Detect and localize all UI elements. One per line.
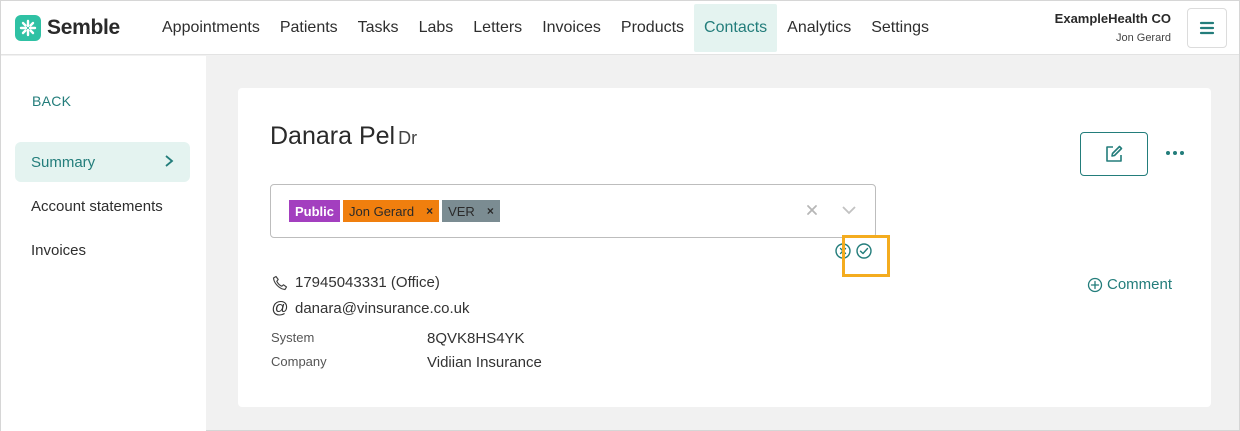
tag-label: VER	[448, 203, 475, 219]
comment-label: Comment	[1107, 276, 1173, 293]
contact-title: Dr	[398, 128, 418, 148]
tag-label: Public	[295, 203, 335, 219]
logo-icon	[15, 15, 41, 41]
system-value: 8QVK8HS4YK	[427, 330, 525, 347]
nav-item-patients[interactable]: Patients	[270, 4, 348, 52]
menu-icon	[1199, 21, 1215, 35]
tag-jon-gerard: Jon Gerard ×	[343, 200, 440, 222]
more-options-button[interactable]	[1163, 143, 1187, 163]
clear-icon[interactable]	[805, 203, 819, 217]
email-row: @ danara@vinsurance.co.uk	[271, 298, 470, 318]
remove-tag-icon[interactable]: ×	[487, 204, 494, 218]
brand-name: Semble	[47, 16, 120, 39]
remove-tag-icon[interactable]: ×	[426, 204, 433, 218]
nav-item-tasks[interactable]: Tasks	[348, 4, 409, 52]
tag-label: Jon Gerard	[349, 203, 415, 219]
org-name: ExampleHealth CO	[1054, 11, 1171, 26]
sidebar-item-invoices[interactable]: Invoices	[15, 230, 190, 270]
contact-card: Danara PelDr Public Jon Gerard × VER ×	[238, 88, 1211, 407]
nav-item-products[interactable]: Products	[611, 4, 694, 52]
user-name: Jon Gerard	[1115, 32, 1171, 44]
chevron-down-icon[interactable]	[841, 205, 857, 215]
nav-item-analytics[interactable]: Analytics	[777, 4, 861, 52]
nav-item-settings[interactable]: Settings	[861, 4, 939, 52]
contact-name-heading: Danara Pel Dr	[270, 122, 417, 151]
more-icon	[1166, 151, 1184, 155]
email-address: danara@vinsurance.co.uk	[295, 299, 470, 317]
highlight-box	[842, 235, 890, 277]
nav-item-letters[interactable]: Letters	[463, 4, 532, 52]
semble-logo[interactable]: Semble	[15, 15, 120, 41]
nav-item-invoices[interactable]: Invoices	[532, 4, 611, 52]
nav-item-appointments[interactable]: Appointments	[152, 4, 270, 52]
comment-button[interactable]: Comment	[1087, 276, 1172, 293]
company-value: Vidiian Insurance	[427, 354, 542, 371]
phone-row: 17945043331 (Office)	[271, 274, 440, 291]
sidebar-item-label: Invoices	[31, 241, 87, 259]
system-label: System	[271, 330, 315, 345]
chevron-right-icon	[165, 155, 174, 167]
tag-public: Public	[289, 200, 341, 222]
phone-icon	[271, 275, 289, 291]
nav-item-labs[interactable]: Labs	[409, 4, 464, 52]
edit-button[interactable]	[1080, 132, 1148, 176]
tag-list: Public Jon Gerard × VER ×	[289, 200, 503, 222]
menu-button[interactable]	[1187, 8, 1227, 48]
edit-icon	[1106, 145, 1123, 162]
back-link[interactable]: BACK	[32, 93, 71, 109]
contact-name: Danara Pel	[270, 122, 396, 150]
company-label: Company	[271, 354, 327, 369]
tag-ver: VER ×	[442, 200, 500, 222]
nav-item-contacts[interactable]: Contacts	[694, 4, 778, 52]
sidebar-item-label: Account statements	[31, 197, 163, 215]
tags-select[interactable]: Public Jon Gerard × VER ×	[270, 184, 876, 238]
sidebar: BACK Summary Account statements Invoices	[1, 56, 206, 431]
main-nav: Appointments Patients Tasks Labs Letters…	[152, 4, 939, 52]
at-icon: @	[271, 298, 289, 317]
phone-number: 17945043331 (Office)	[295, 274, 440, 291]
sidebar-item-summary[interactable]: Summary	[15, 142, 190, 182]
sidebar-item-account-statements[interactable]: Account statements	[15, 186, 190, 226]
sidebar-item-label: Summary	[31, 153, 96, 171]
top-navigation-bar: Semble Appointments Patients Tasks Labs …	[1, 1, 1239, 55]
account-info: ExampleHealth CO Jon Gerard	[1055, 11, 1171, 44]
add-circle-icon	[1087, 277, 1103, 292]
